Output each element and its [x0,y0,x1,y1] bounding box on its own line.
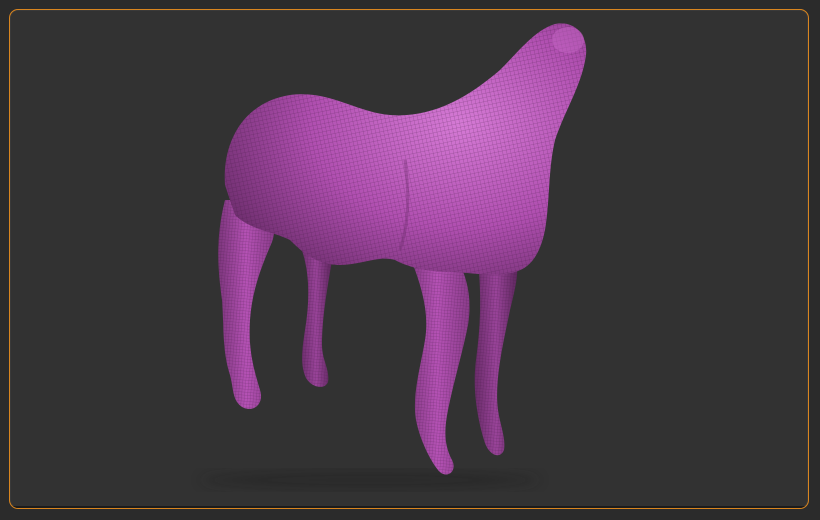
front-right-leg [405,245,470,475]
back-right-leg [474,255,518,456]
ground-shadow [200,470,540,490]
body-mesh [224,23,587,275]
3d-viewport[interactable] [9,9,809,509]
app-window [0,0,820,520]
sculpt-model[interactable] [10,10,809,509]
back-left-leg [300,245,332,387]
front-left-leg [218,200,275,409]
